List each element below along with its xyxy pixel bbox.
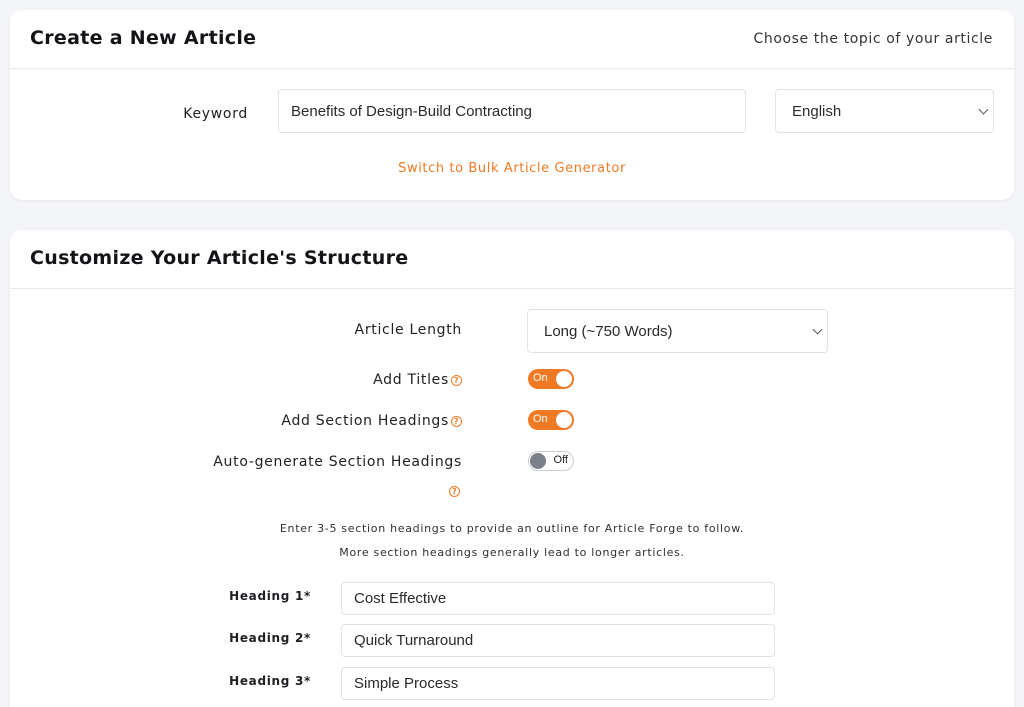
article-length-select[interactable]: Long (~750 Words) xyxy=(527,309,828,353)
add-titles-state: On xyxy=(533,372,548,384)
keyword-input[interactable]: Benefits of Design-Build Contracting xyxy=(278,89,746,133)
question-circle-icon[interactable]: ? xyxy=(449,486,460,497)
language-select-value: English xyxy=(792,102,842,120)
add-section-headings-state: On xyxy=(533,413,548,425)
heading-1-label: Heading 1* xyxy=(229,589,311,603)
heading-3-input[interactable]: Simple Process xyxy=(341,667,775,700)
headings-instructions: Enter 3-5 section headings to provide an… xyxy=(279,522,745,535)
headings-tip: More section headings generally lead to … xyxy=(339,546,685,559)
structure-title: Customize Your Article's Structure xyxy=(30,247,409,269)
add-section-headings-toggle[interactable]: On xyxy=(528,410,574,430)
toggle-knob xyxy=(556,371,572,387)
chevron-down-icon xyxy=(812,324,823,335)
article-length-value: Long (~750 Words) xyxy=(544,322,673,340)
toggle-knob xyxy=(530,453,546,469)
page-title: Create a New Article xyxy=(30,27,257,49)
add-section-headings-text: Add Section Headings xyxy=(281,413,449,429)
keyword-label: Keyword xyxy=(183,106,248,122)
toggle-knob xyxy=(556,412,572,428)
topic-hint: Choose the topic of your article xyxy=(753,31,993,47)
heading-2-input[interactable]: Quick Turnaround xyxy=(341,624,775,657)
add-titles-label: Add Titles? xyxy=(250,372,462,388)
auto-generate-label: Auto-generate Section Headings xyxy=(213,454,462,470)
add-section-headings-label: Add Section Headings? xyxy=(210,413,462,429)
add-titles-text: Add Titles xyxy=(373,372,449,388)
language-select[interactable]: English xyxy=(775,89,994,133)
heading-3-label: Heading 3* xyxy=(229,674,311,688)
create-article-header: Create a New Article Choose the topic of… xyxy=(10,10,1014,69)
question-circle-icon[interactable]: ? xyxy=(451,416,462,427)
add-titles-toggle[interactable]: On xyxy=(528,369,574,389)
chevron-down-icon xyxy=(978,104,989,115)
heading-2-label: Heading 2* xyxy=(229,631,311,645)
question-circle-icon[interactable]: ? xyxy=(451,375,462,386)
structure-header: Customize Your Article's Structure xyxy=(10,230,1014,289)
structure-card: Customize Your Article's Structure Artic… xyxy=(10,230,1014,707)
bulk-generator-link[interactable]: Switch to Bulk Article Generator xyxy=(10,161,1014,176)
auto-generate-state: Off xyxy=(553,454,568,466)
auto-generate-toggle[interactable]: Off xyxy=(528,451,574,471)
article-length-label: Article Length xyxy=(354,322,462,338)
auto-generate-help: ? xyxy=(447,480,460,499)
heading-1-input[interactable]: Cost Effective xyxy=(341,582,775,615)
create-article-card: Create a New Article Choose the topic of… xyxy=(10,10,1014,200)
